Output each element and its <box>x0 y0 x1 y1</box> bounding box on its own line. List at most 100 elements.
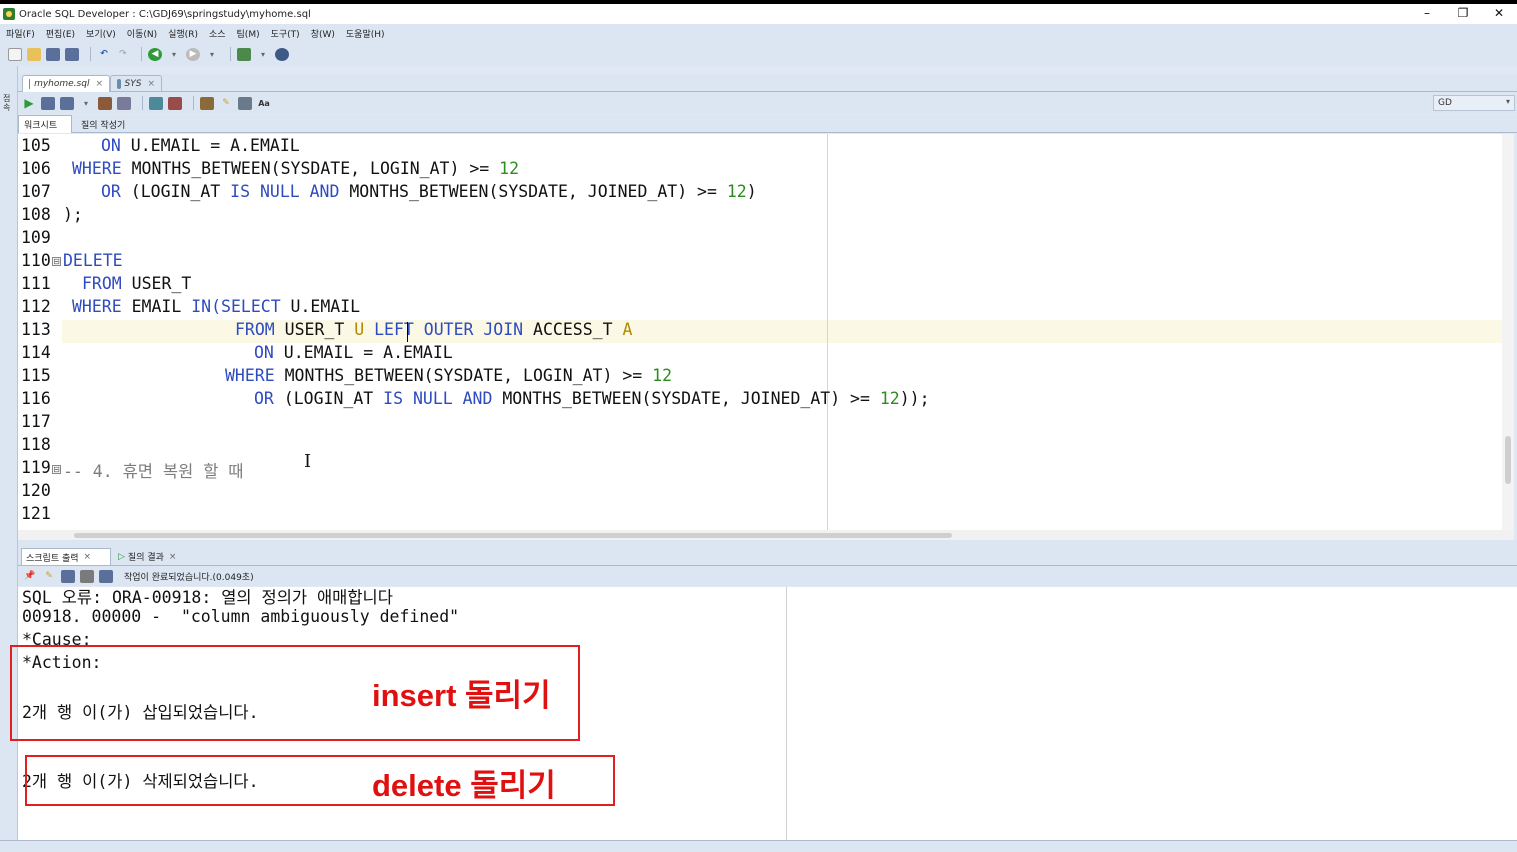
code-line: OR (LOGIN_AT IS NULL AND MONTHS_BETWEEN(… <box>63 182 757 201</box>
back-icon[interactable]: ◀ <box>148 47 162 61</box>
database-connect-icon[interactable] <box>237 47 251 61</box>
tab-label: 질의 결과 <box>127 553 164 563</box>
code-token: DELETE <box>63 251 123 270</box>
sql-editor[interactable]: 105 106 107 108 109 110 111 112 113 114 … <box>18 134 1514 530</box>
history-icon[interactable] <box>238 96 252 110</box>
insert-annotation: insert 돌리기 <box>372 678 551 713</box>
forward-dropdown-icon[interactable]: ▾ <box>205 48 219 61</box>
editor-horizontal-scrollbar[interactable] <box>18 530 1514 540</box>
code-token: EMAIL <box>121 297 192 316</box>
menu-source[interactable]: 소스 <box>209 27 226 40</box>
format-icon[interactable] <box>200 96 214 110</box>
menu-run[interactable]: 실행(R) <box>168 27 198 40</box>
menu-edit[interactable]: 편집(E) <box>46 27 75 40</box>
save-all-icon[interactable] <box>65 47 79 61</box>
code-line: FROM USER_T U LEFT OUTER JOIN ACCESS_T A <box>63 320 632 339</box>
editor-vertical-scrollbar[interactable] <box>1502 134 1514 530</box>
code-token: MONTHS_BETWEEN(SYSDATE, LOGIN_AT) >= <box>121 159 500 178</box>
pin-icon[interactable]: 📌 <box>23 570 37 583</box>
code-line: -- 4. 휴면 복원 할 때 <box>63 458 244 482</box>
code-token: IS NULL AND <box>383 389 493 408</box>
back-dropdown-icon[interactable]: ▾ <box>167 48 181 61</box>
sql-tuning-icon[interactable] <box>168 96 182 110</box>
save-icon[interactable] <box>61 569 75 583</box>
forward-icon[interactable]: ▶ <box>186 47 200 61</box>
save-icon[interactable] <box>46 47 60 61</box>
tab-worksheet[interactable]: 워크시트 <box>18 115 72 133</box>
menu-help[interactable]: 도움말(H) <box>346 27 385 40</box>
run-script-icon[interactable] <box>41 96 55 110</box>
tab-close-icon[interactable]: × <box>147 79 155 89</box>
worksheet-toolbar: ▶ ▾ ✎ Aa GD ▾ <box>18 92 1517 114</box>
binoculars-icon[interactable] <box>275 47 289 61</box>
open-folder-icon[interactable] <box>27 47 41 61</box>
close-button[interactable]: ✕ <box>1481 4 1517 24</box>
code-token: OR <box>254 389 274 408</box>
commit-dropdown-icon[interactable]: ▾ <box>79 97 93 110</box>
line-number: 106 <box>21 159 51 178</box>
undo-icon[interactable]: ↶ <box>97 48 111 61</box>
minimize-button[interactable]: – <box>1409 4 1445 24</box>
tab-close-icon[interactable]: × <box>84 552 92 562</box>
line-number: 118 <box>21 435 51 454</box>
code-line: WHERE MONTHS_BETWEEN(SYSDATE, LOGIN_AT) … <box>63 159 519 178</box>
code-token: ON <box>101 136 121 155</box>
code-line: ON U.EMAIL = A.EMAIL <box>63 136 300 155</box>
tab-query-builder[interactable]: 질의 작성기 <box>76 115 146 133</box>
delete-annotation: delete 돌리기 <box>372 768 556 803</box>
tab-close-icon[interactable]: × <box>95 79 103 89</box>
commit-icon[interactable] <box>60 96 74 110</box>
code-token: A <box>622 320 633 339</box>
connection-selector[interactable]: GD ▾ <box>1433 95 1515 111</box>
text-caret <box>407 322 408 342</box>
connect-dropdown-icon[interactable]: ▾ <box>256 48 270 61</box>
print-icon[interactable] <box>80 569 94 583</box>
clear-eraser-icon[interactable]: ✎ <box>42 570 56 583</box>
toolbar-separator <box>141 47 142 61</box>
code-line: FROM USER_T <box>63 274 191 293</box>
menu-tools[interactable]: 도구(T) <box>271 27 300 40</box>
uppercase-icon[interactable]: Aa <box>257 97 271 110</box>
tab-myhome-sql[interactable]: myhome.sql × <box>22 75 110 92</box>
status-bar <box>0 840 1517 852</box>
line-number: 119 <box>21 458 51 477</box>
tab-close-icon[interactable]: × <box>169 552 177 562</box>
code-line: DELETE <box>63 251 123 270</box>
tab-sys[interactable]: SYS × <box>110 75 162 92</box>
menu-team[interactable]: 팀(M) <box>237 27 260 40</box>
scrollbar-thumb[interactable] <box>1505 436 1511 484</box>
code-line: ON U.EMAIL = A.EMAIL <box>63 343 453 362</box>
menu-view[interactable]: 보기(V) <box>86 27 116 40</box>
run-statement-icon[interactable]: ▶ <box>22 96 36 110</box>
code-token: 12 <box>652 366 673 385</box>
line-number: 108 <box>21 205 51 224</box>
new-file-icon[interactable] <box>8 47 22 61</box>
rollback-icon[interactable] <box>98 96 112 110</box>
code-token: (LOGIN_AT <box>120 182 231 201</box>
explain-plan-icon[interactable] <box>117 96 131 110</box>
line-number: 116 <box>21 389 51 408</box>
sidebar-connections-label[interactable]: 접속 <box>3 94 14 112</box>
code-token: U.EMAIL <box>280 297 361 316</box>
panel-splitter[interactable] <box>18 540 1517 547</box>
sql-worksheet-icon <box>117 79 121 89</box>
menu-window[interactable]: 창(W) <box>311 27 335 40</box>
tab-query-result[interactable]: ▷ 질의 결과 × <box>114 548 190 565</box>
scrollbar-thumb[interactable] <box>74 533 952 538</box>
fold-toggle-icon[interactable]: ⊟ <box>52 257 61 266</box>
clear-eraser-icon[interactable]: ✎ <box>219 97 233 110</box>
restore-button[interactable]: ❐ <box>1445 4 1481 24</box>
line-number-gutter: 105 106 107 108 109 110 111 112 113 114 … <box>18 134 62 530</box>
code-token: MONTHS_BETWEEN(SYSDATE, JOINED_AT) >= <box>492 389 880 408</box>
tab-script-output[interactable]: 스크립트 출력 × <box>21 548 111 565</box>
main-toolbar: ↶ ↷ ◀ ▾ ▶ ▾ ▾ <box>0 42 1517 66</box>
autotrace-icon[interactable] <box>149 96 163 110</box>
menu-navigate[interactable]: 이동(N) <box>127 27 157 40</box>
code-token: 12 <box>879 389 900 408</box>
fold-toggle-icon[interactable]: ⊟ <box>52 465 61 474</box>
save-as-icon[interactable] <box>99 569 113 583</box>
app-icon <box>3 8 15 20</box>
redo-icon[interactable]: ↷ <box>116 48 130 61</box>
line-number: 115 <box>21 366 51 385</box>
menu-file[interactable]: 파일(F) <box>6 27 35 40</box>
